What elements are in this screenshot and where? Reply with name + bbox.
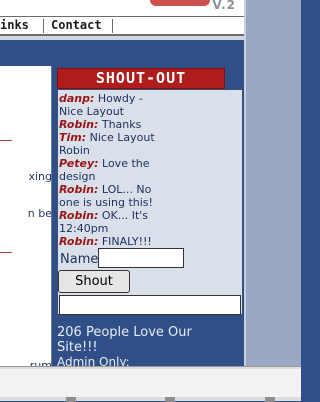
nav-band — [0, 36, 244, 40]
shout-author: danp: — [59, 92, 95, 105]
message-input[interactable] — [59, 295, 241, 315]
shout-author: Petey: — [59, 157, 99, 170]
love-counter: 206 People Love Our Site!!! — [57, 325, 192, 355]
divider — [0, 252, 12, 253]
left-content-column: xing n be rum — [0, 66, 52, 372]
shout-message: Robin: OK... It's 12:40pm — [59, 209, 159, 235]
scroll-thumb[interactable] — [66, 397, 76, 402]
shoutbox-panel: danp: Howdy - Nice Layout Robin: Thanks … — [57, 89, 243, 315]
nav-separator — [112, 19, 113, 33]
shout-author: Robin: — [59, 235, 99, 248]
shoutbox-title: SHOUT-OUT — [57, 68, 225, 89]
shout-message: danp: Howdy - Nice Layout — [59, 92, 159, 118]
shout-message: Petey: Love the design — [59, 157, 159, 183]
horizontal-scroll-area — [0, 366, 301, 402]
name-input[interactable] — [98, 248, 184, 268]
left-text-fragment: n be — [27, 207, 52, 220]
nav-separator — [43, 19, 44, 33]
shout-text: Thanks — [101, 118, 142, 131]
shout-author: Robin: — [59, 209, 99, 222]
scroll-track[interactable] — [0, 369, 301, 397]
shout-author: Robin: — [59, 118, 99, 131]
banner-swoosh — [150, 0, 210, 6]
shout-author: Robin: — [59, 183, 99, 196]
shout-author: Tim: — [59, 131, 87, 144]
shout-message: Robin: LOL... No one is using this! — [59, 183, 159, 209]
nav-contact[interactable]: Contact — [51, 18, 102, 32]
shout-text: FINALY!!! — [101, 235, 152, 248]
nav-links[interactable]: inks — [0, 18, 29, 32]
name-label: Name: — [60, 252, 103, 267]
shout-message: Robin: Thanks — [59, 118, 159, 131]
right-panel — [244, 0, 301, 366]
shout-message: Tim: Nice Layout Robin — [59, 131, 159, 157]
version-label: V.2 — [212, 0, 236, 12]
shout-message: Robin: FINALY!!! — [59, 235, 159, 248]
scroll-thumb[interactable] — [165, 397, 175, 402]
top-banner: V.2 — [0, 0, 244, 16]
left-text-fragment: xing — [28, 170, 52, 183]
panel-edge — [244, 0, 246, 366]
shout-button[interactable]: Shout — [58, 270, 130, 293]
navbar: inks Contact — [0, 16, 244, 36]
divider — [0, 140, 12, 141]
shout-messages: danp: Howdy - Nice Layout Robin: Thanks … — [58, 92, 159, 248]
scroll-thumb[interactable] — [265, 397, 275, 402]
